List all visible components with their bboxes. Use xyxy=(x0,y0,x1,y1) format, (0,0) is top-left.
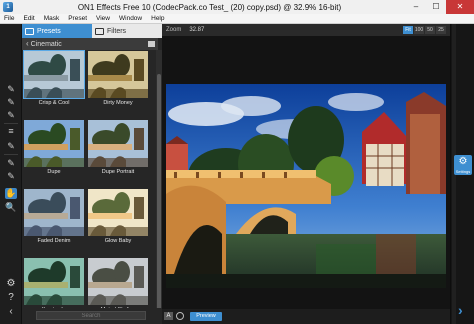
menu-view[interactable]: View xyxy=(96,15,110,22)
tab-filters-label: Filters xyxy=(107,27,127,35)
preset-thumbnail[interactable] xyxy=(88,120,148,167)
zoom-value[interactable]: 32.87 xyxy=(189,27,204,33)
title-bar: 1 ON1 Effects Free 10 (CodecPack.co Test… xyxy=(0,0,474,14)
smart-brush-icon[interactable]: ≡ xyxy=(5,126,17,137)
preset-thumbnail[interactable] xyxy=(23,50,85,99)
category-header[interactable]: ‹ Cinematic xyxy=(22,38,158,50)
preset-label: Dupe xyxy=(47,169,61,175)
scroll-thumb[interactable] xyxy=(157,74,161,324)
photo-canvas[interactable] xyxy=(166,84,446,288)
preview-button[interactable]: Preview xyxy=(190,312,222,321)
zoom-icon[interactable]: 🔍 xyxy=(5,202,17,213)
settings-button[interactable]: ⚙ Settings xyxy=(454,155,472,175)
zoom-buttons: Fit 100 50 25 xyxy=(402,26,446,34)
tab-presets[interactable]: Presets xyxy=(22,24,92,38)
tab-presets-label: Presets xyxy=(37,27,61,35)
menu-mask[interactable]: Mask xyxy=(44,15,60,22)
app-window: 1 ON1 Effects Free 10 (CodecPack.co Test… xyxy=(0,0,474,324)
settings-label: Settings xyxy=(455,169,471,174)
preset-label: Dupe Portrait xyxy=(101,169,135,175)
preset-item[interactable]: Faded Denim xyxy=(24,189,84,247)
search-area xyxy=(22,308,162,324)
gear-icon: ⚙ xyxy=(458,156,468,167)
category-title: Cinematic xyxy=(30,40,62,48)
collapse-left-icon[interactable]: ‹ xyxy=(5,306,17,318)
menu-preset[interactable]: Preset xyxy=(68,15,87,22)
retouch-icon[interactable]: ✎ xyxy=(5,158,17,169)
brush-plus-icon[interactable]: ✎ xyxy=(5,97,17,108)
zoom-50-button[interactable]: 50 xyxy=(425,26,435,34)
zoom-25-button[interactable]: 25 xyxy=(436,26,446,34)
close-button[interactable]: ✕ xyxy=(446,0,474,14)
preset-thumbnail[interactable] xyxy=(24,120,84,167)
zoom-100-button[interactable]: 100 xyxy=(414,26,424,34)
hand-icon[interactable]: ✋ xyxy=(5,188,17,199)
right-panel: ⚙ Settings › xyxy=(450,24,474,324)
menu-bar: File Edit Mask Preset View Window Help xyxy=(0,14,474,24)
photo-image xyxy=(166,84,446,288)
line-mask-icon[interactable]: ✎ xyxy=(5,110,17,121)
brush-icon[interactable]: ✎ xyxy=(5,84,17,95)
chevron-right-icon[interactable]: › xyxy=(458,303,463,317)
menu-window[interactable]: Window xyxy=(119,15,142,22)
preset-item[interactable]: Dirty Money xyxy=(88,51,148,109)
tool-divider xyxy=(4,154,18,155)
chevron-left-icon[interactable]: ‹ xyxy=(26,39,29,49)
window-controls: – ☐ ✕ xyxy=(406,0,474,14)
zoom-label: Zoom xyxy=(166,27,182,33)
search-input[interactable] xyxy=(36,311,146,320)
preset-thumbnail[interactable] xyxy=(24,189,84,236)
preset-thumbnail[interactable] xyxy=(88,258,148,305)
preset-item[interactable]: Crisp & Cool xyxy=(23,50,85,109)
presets-icon xyxy=(25,27,34,35)
menu-help[interactable]: Help xyxy=(151,15,164,22)
preview-toolbar: A Preview xyxy=(162,309,450,324)
zoom-fit-button[interactable]: Fit xyxy=(403,26,413,34)
tool-bar: ✎ ✎ ✎ ≡ ✎ ✎ ✎ ✋ 🔍 ⚙ ? ‹ xyxy=(0,24,22,324)
menu-file[interactable]: File xyxy=(4,15,14,22)
presets-panel: Presets Filters ‹ Cinematic Crisp & Cool… xyxy=(22,24,162,324)
help-icon[interactable]: ? xyxy=(5,292,17,304)
panel-tabs: Presets Filters xyxy=(22,24,162,38)
tab-filters[interactable]: Filters xyxy=(92,24,162,38)
preset-thumbnail[interactable] xyxy=(88,189,148,236)
zoom-bar: Zoom 32.87 Fit 100 50 25 xyxy=(162,24,450,36)
filters-icon xyxy=(95,27,104,35)
compare-a-button[interactable]: A xyxy=(164,312,173,320)
preset-thumbnail[interactable] xyxy=(88,51,148,98)
preset-label: Glow Baby xyxy=(104,238,132,244)
preset-grid: Crisp & Cool Dirty Money Dupe Dupe Portrait… xyxy=(22,50,156,324)
preview-area: Zoom 32.87 Fit 100 50 25 A Preview xyxy=(162,24,450,324)
chisel-icon[interactable]: ✎ xyxy=(5,141,17,152)
preset-item[interactable]: Dupe xyxy=(24,120,84,178)
preset-item[interactable]: Dupe Portrait xyxy=(88,120,148,178)
preset-thumbnail[interactable] xyxy=(24,258,84,305)
preset-item[interactable]: Glow Baby xyxy=(88,189,148,247)
minimize-button[interactable]: – xyxy=(406,0,426,14)
menu-edit[interactable]: Edit xyxy=(23,15,34,22)
maximize-button[interactable]: ☐ xyxy=(426,0,446,14)
tool-divider xyxy=(4,123,18,124)
preset-label: Faded Denim xyxy=(37,238,71,244)
view-mode-icon[interactable] xyxy=(148,41,155,47)
perfect-eraser-icon[interactable]: ✎ xyxy=(5,171,17,182)
app-icon: 1 xyxy=(3,2,13,12)
preset-label: Dirty Money xyxy=(103,100,133,106)
preset-label: Crisp & Cool xyxy=(38,100,70,106)
gear-icon[interactable]: ⚙ xyxy=(5,278,17,290)
window-title: ON1 Effects Free 10 (CodecPack.co Test_ … xyxy=(77,2,342,12)
mask-view-icon[interactable] xyxy=(176,312,184,320)
